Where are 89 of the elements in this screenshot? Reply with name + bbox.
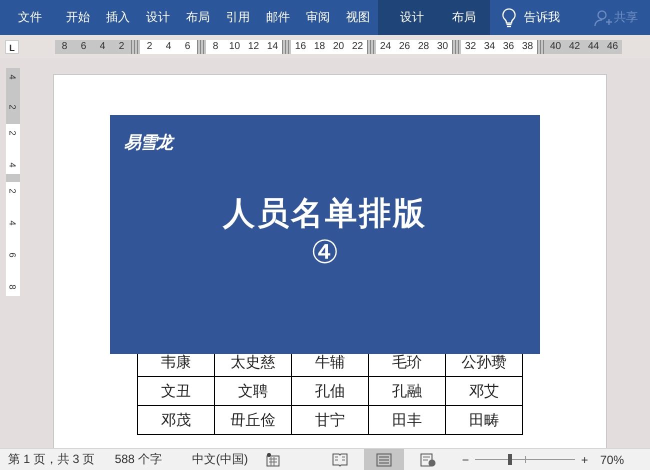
table-cell: 孔融 (392, 382, 422, 400)
ruler-number: 12 (246, 41, 260, 52)
ribbon-tab[interactable]: 邮件 (258, 0, 298, 35)
ruler-number: 26 (398, 41, 412, 52)
zoom-thumb[interactable] (508, 454, 512, 465)
web-layout-icon (420, 452, 436, 466)
ribbon-tab[interactable]: 布局 (178, 0, 218, 35)
ruler-number: 6 (80, 41, 88, 52)
ribbon-tab[interactable]: 插入 (98, 0, 138, 35)
table-cell: 毛玠 (392, 352, 422, 372)
ruler-number: 2 (8, 130, 18, 136)
table-cell: 太史慈 (230, 352, 276, 372)
ruler-number: 32 (464, 41, 478, 52)
ruler-number: 8 (60, 41, 68, 52)
table-cell: 田丰 (392, 410, 422, 430)
ruler-number: 4 (98, 41, 106, 52)
horizontal-ruler[interactable]: 8 6 4 2 2 4 6 8 10 12 14 16 18 20 22 24 26 28 30 32 34 36 38 40 42 44 46 (55, 40, 622, 54)
ruler-number: 20 (332, 41, 346, 52)
contextual-tab[interactable]: 设计 (378, 0, 438, 35)
table-cell: 文聘 (238, 382, 268, 400)
row-marker[interactable] (6, 116, 20, 124)
ribbon-tab[interactable]: 开始 (58, 0, 98, 35)
tab-selector[interactable]: L (5, 40, 19, 54)
ribbon-tab[interactable]: 引用 (218, 0, 258, 35)
column-marker[interactable] (197, 40, 206, 54)
language-indicator[interactable]: 中文(中国) (192, 451, 248, 468)
ruler-number: 10 (228, 41, 242, 52)
ruler-number: 42 (568, 41, 582, 52)
contextual-tab[interactable]: 布局 (438, 0, 490, 35)
table-cell: 毌丘俭 (230, 410, 276, 430)
file-tab[interactable]: 文件 (0, 0, 58, 35)
view-button[interactable] (364, 448, 404, 470)
ruler-number: 6 (8, 252, 18, 258)
ribbon-tab[interactable]: 设计 (138, 0, 178, 35)
lightbulb-icon (502, 8, 516, 28)
table-cell: 孔伷 (315, 382, 345, 400)
ruler-number: 16 (294, 41, 308, 52)
ruler-number: 2 (8, 188, 18, 194)
ruler-number: 4 (8, 74, 18, 80)
ruler-number: 22 (350, 41, 364, 52)
ruler-number: 8 (212, 41, 220, 52)
ruler-number: 8 (8, 284, 18, 290)
ruler-number: 4 (8, 162, 18, 168)
column-marker[interactable] (282, 40, 291, 54)
ruler-number: 4 (8, 220, 18, 226)
ruler-number: 30 (436, 41, 450, 52)
page-count[interactable]: 第 1 页，共 3 页 (8, 451, 95, 468)
tell-me-search[interactable]: 告诉我 (524, 9, 560, 26)
vertical-ruler[interactable]: 4 2 2 4 2 4 6 8 (6, 68, 20, 448)
column-marker[interactable] (537, 40, 546, 54)
table-cell: 牛辅 (315, 352, 345, 372)
ruler-number: 2 (8, 104, 18, 110)
zoom-in-button[interactable]: + (581, 452, 588, 466)
person-add-icon (594, 8, 612, 26)
banner-title: 人员名单排版 (223, 194, 427, 233)
ruler-number: 28 (416, 41, 430, 52)
ribbon-tab[interactable]: 视图 (338, 0, 378, 35)
table-cell: 邓茂 (161, 410, 191, 430)
ruler-number: 44 (586, 41, 600, 52)
page-layout-icon (376, 452, 392, 466)
zoom-level[interactable]: 70% (600, 452, 624, 466)
column-marker[interactable] (131, 40, 140, 54)
ruler-number: 46 (606, 41, 620, 52)
word-count[interactable]: 588 个字 (114, 451, 162, 468)
table-cell: 文丑 (161, 382, 191, 400)
ruler-number: 38 (520, 41, 534, 52)
logo: 易雪龙 (124, 131, 172, 154)
circled-number: ④ (310, 236, 340, 268)
table-cell: 公孙瓒 (462, 352, 506, 372)
ruler-number: 2 (118, 41, 126, 52)
ruler-number: 34 (482, 41, 496, 52)
table-cell: 邓艾 (469, 382, 499, 400)
ruler-number: 4 (164, 41, 172, 52)
ribbon-tab[interactable]: 审阅 (298, 0, 338, 35)
column-marker[interactable] (452, 40, 461, 54)
ruler-number: 18 (312, 41, 326, 52)
table-cell: 韦康 (161, 352, 191, 372)
column-marker[interactable] (367, 40, 376, 54)
ruler-number: 2 (146, 41, 154, 52)
ruler-number: 40 (548, 41, 562, 52)
ruler-number: 24 (378, 41, 392, 52)
ruler-number: 14 (266, 41, 280, 52)
row-marker[interactable] (6, 174, 20, 182)
book-icon (332, 452, 348, 466)
zoom-out-button[interactable]: − (462, 452, 470, 466)
ruler-number: 36 (502, 41, 516, 52)
table-cell: 田畴 (469, 410, 499, 430)
ruler-number: 6 (184, 41, 192, 52)
table-cell: 甘宁 (315, 410, 345, 430)
